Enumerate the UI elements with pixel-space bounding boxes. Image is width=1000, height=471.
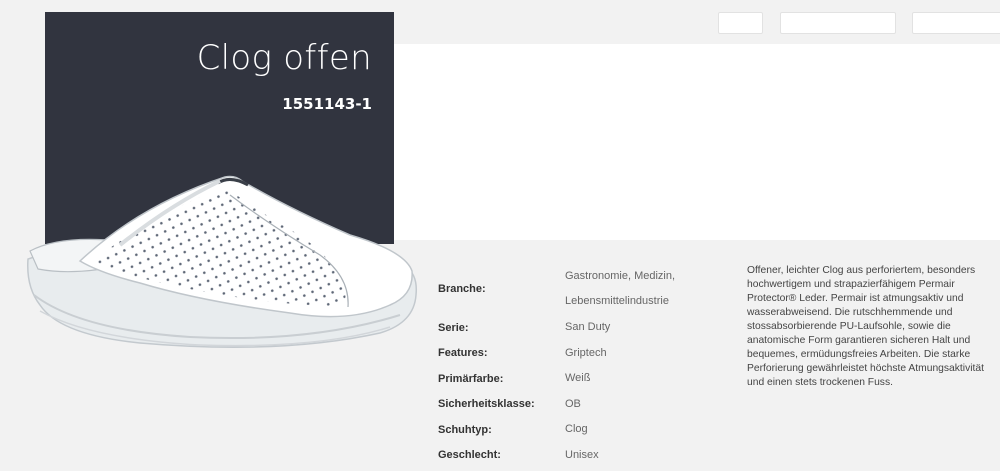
product-title: Clog offen	[196, 38, 372, 78]
spec-row-geschlecht: Geschlecht: Unisex	[438, 442, 718, 468]
content-panel	[394, 44, 1000, 240]
spec-value: San Duty	[565, 321, 611, 333]
spec-row-branche: Branche: Gastronomie, Medizin, Lebensmit…	[438, 262, 718, 315]
spec-value: Weiß	[565, 372, 591, 384]
top-button-2[interactable]	[780, 12, 896, 34]
product-sku: 1551143-1	[282, 95, 372, 113]
spec-key: Sicherheitsklasse:	[438, 398, 535, 410]
spec-key: Serie:	[438, 321, 469, 334]
product-image	[27, 175, 418, 348]
spec-key: Geschlecht:	[438, 449, 501, 461]
spec-key: Primärfarbe:	[438, 372, 504, 385]
spec-value: Griptech	[565, 346, 607, 359]
spec-key: Features:	[438, 347, 488, 359]
spec-value: Clog	[565, 423, 588, 435]
spec-value: Unisex	[565, 448, 599, 461]
spec-row-sicherheitsklasse: Sicherheitsklasse: OB	[438, 391, 718, 417]
top-button-1[interactable]	[718, 12, 763, 34]
spec-row-schuhtyp: Schuhtyp: Clog	[438, 417, 718, 442]
top-button-3[interactable]	[912, 12, 1000, 34]
spec-row-features: Features: Griptech	[438, 340, 718, 366]
spec-table: Branche: Gastronomie, Medizin, Lebensmit…	[438, 262, 718, 468]
product-description: Offener, leichter Clog aus perforiertem,…	[747, 265, 984, 388]
spec-row-serie: Serie: San Duty	[438, 315, 718, 340]
spec-key: Schuhtyp:	[438, 423, 492, 436]
spec-value: OB	[565, 397, 581, 410]
spec-row-primaerfarbe: Primärfarbe: Weiß	[438, 366, 718, 391]
spec-value: Gastronomie, Medizin, Lebensmittelindust…	[565, 269, 676, 307]
spec-key: Branche:	[438, 282, 486, 295]
